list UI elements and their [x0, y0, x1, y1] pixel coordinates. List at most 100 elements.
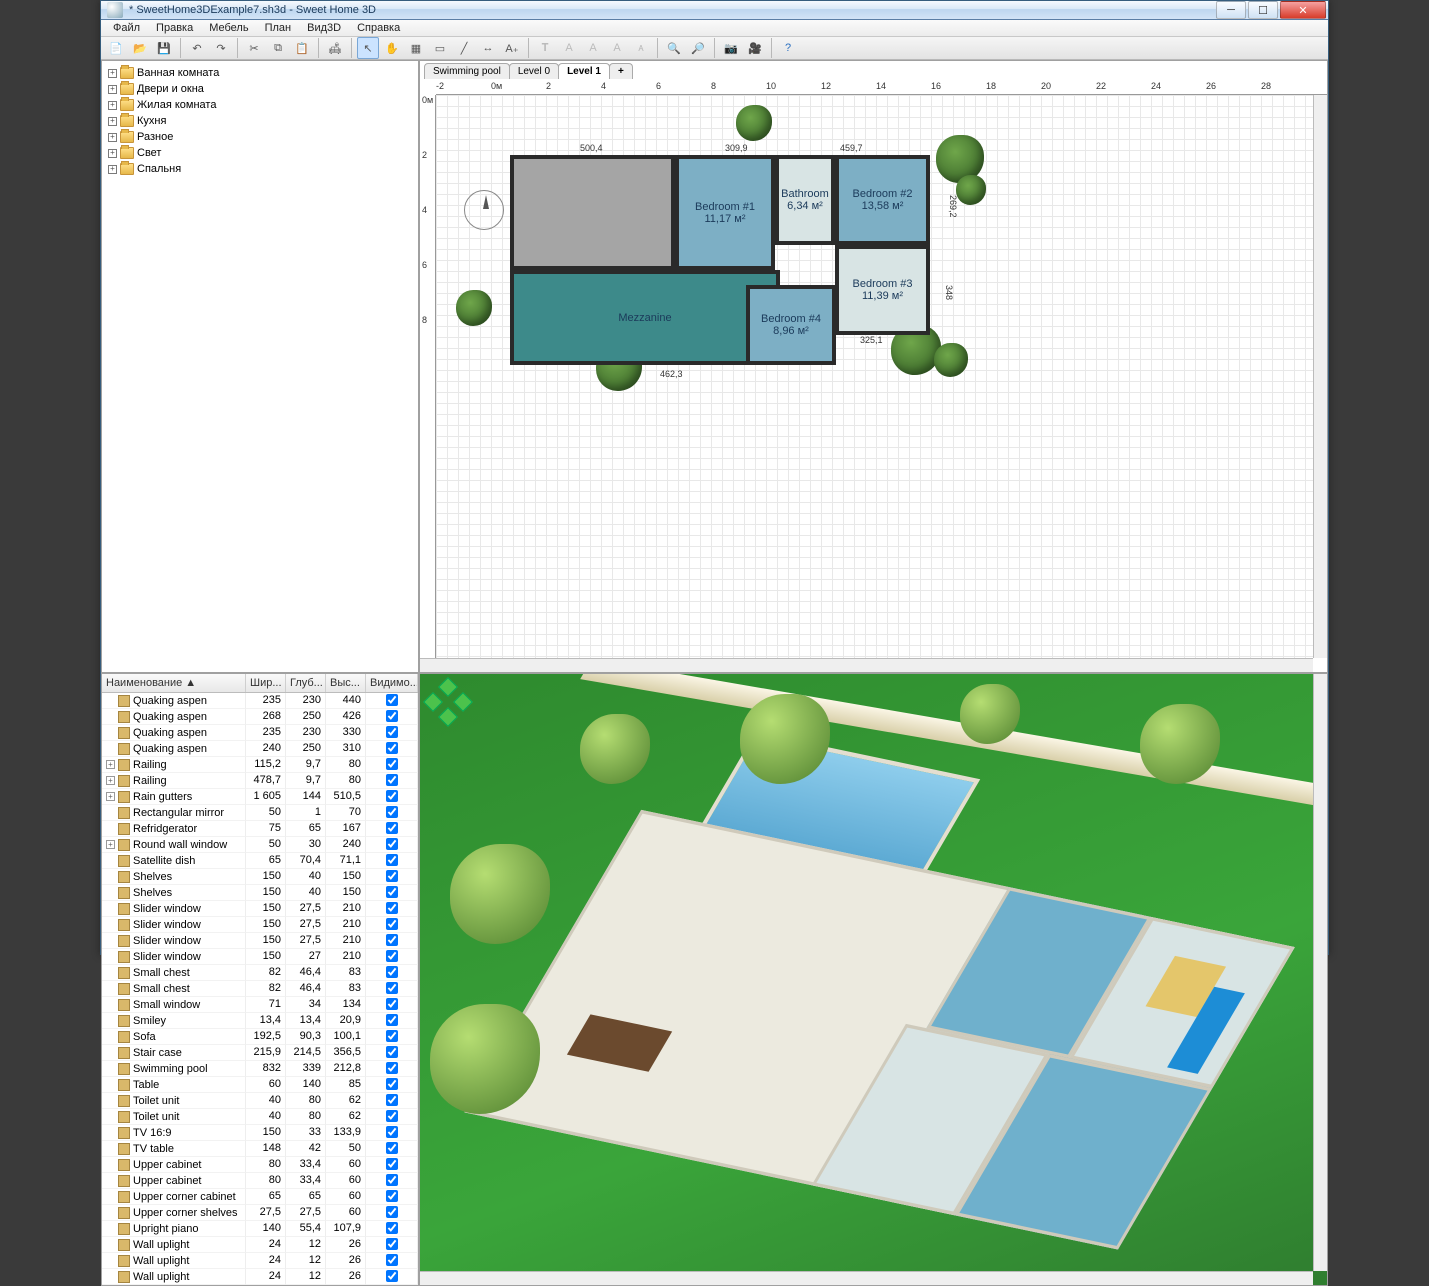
table-row[interactable]: +Small chest8246,483: [102, 965, 418, 981]
visible-checkbox[interactable]: [386, 758, 398, 770]
expand-icon[interactable]: +: [108, 149, 117, 158]
catalog-item[interactable]: +Разное: [104, 129, 416, 145]
help-icon[interactable]: ?: [777, 37, 799, 59]
add-furniture-icon[interactable]: 🛋: [324, 37, 346, 59]
table-row[interactable]: +Wall uplight241226: [102, 1253, 418, 1269]
redo-icon[interactable]: ↷: [210, 37, 232, 59]
table-row[interactable]: +Wall uplight241226: [102, 1269, 418, 1285]
table-row[interactable]: +Toilet unit408062: [102, 1109, 418, 1125]
table-row[interactable]: +Smiley13,413,420,9: [102, 1013, 418, 1029]
visible-checkbox[interactable]: [386, 870, 398, 882]
visible-checkbox[interactable]: [386, 982, 398, 994]
table-row[interactable]: +Wall uplight241226: [102, 1237, 418, 1253]
visible-checkbox[interactable]: [386, 1094, 398, 1106]
room-bathroom[interactable]: Bathroom6,34 м²: [775, 155, 835, 245]
visible-checkbox[interactable]: [386, 1126, 398, 1138]
compass-icon[interactable]: [464, 190, 504, 230]
plan-hscroll[interactable]: [420, 658, 1313, 672]
catalog-item[interactable]: +Ванная комната: [104, 65, 416, 81]
visible-checkbox[interactable]: [386, 726, 398, 738]
table-row[interactable]: +Railing115,29,780: [102, 757, 418, 773]
nav-up-icon[interactable]: [438, 677, 458, 697]
new-icon[interactable]: 📄: [105, 37, 127, 59]
visible-checkbox[interactable]: [386, 806, 398, 818]
col-depth[interactable]: Глуб...: [286, 674, 326, 692]
bold-icon[interactable]: A: [558, 37, 580, 59]
tree-icon[interactable]: [456, 290, 492, 326]
expand-icon[interactable]: +: [108, 165, 117, 174]
visible-checkbox[interactable]: [386, 710, 398, 722]
video-icon[interactable]: 🎥: [744, 37, 766, 59]
visible-checkbox[interactable]: [386, 774, 398, 786]
table-row[interactable]: +Upper cabinet8033,460: [102, 1173, 418, 1189]
undo-icon[interactable]: ↶: [186, 37, 208, 59]
visible-checkbox[interactable]: [386, 902, 398, 914]
catalog-item[interactable]: +Двери и окна: [104, 81, 416, 97]
expand-icon[interactable]: +: [106, 760, 115, 769]
visible-checkbox[interactable]: [386, 950, 398, 962]
table-row[interactable]: +Toilet unit408062: [102, 1093, 418, 1109]
room-mezzanine[interactable]: Mezzanine: [510, 270, 780, 365]
tab-add[interactable]: +: [609, 63, 633, 79]
font-inc-icon[interactable]: А: [606, 37, 628, 59]
paste-icon[interactable]: 📋: [291, 37, 313, 59]
visible-checkbox[interactable]: [386, 854, 398, 866]
nav-right-icon[interactable]: [453, 692, 473, 712]
plan-grid[interactable]: 500,4 309,9 459,7 269,2 348 462,3 325,1 …: [436, 95, 1313, 658]
table-row[interactable]: +Swimming pool832339212,8: [102, 1061, 418, 1077]
3d-vscroll[interactable]: [1313, 674, 1327, 1271]
table-row[interactable]: +Slider window15027,5210: [102, 917, 418, 933]
room-bedroom1[interactable]: Bedroom #111,17 м²: [675, 155, 775, 270]
visible-checkbox[interactable]: [386, 1174, 398, 1186]
3d-hscroll[interactable]: [420, 1271, 1313, 1285]
tree-icon[interactable]: [956, 175, 986, 205]
room-tool-icon[interactable]: ▭: [429, 37, 451, 59]
visible-checkbox[interactable]: [386, 1206, 398, 1218]
titlebar[interactable]: * SweetHome3DExample7.sh3d - Sweet Home …: [101, 1, 1328, 20]
table-row[interactable]: +Table6014085: [102, 1077, 418, 1093]
visible-checkbox[interactable]: [386, 1062, 398, 1074]
visible-checkbox[interactable]: [386, 1190, 398, 1202]
col-visible[interactable]: Видимо...: [366, 674, 418, 692]
text-tool-icon[interactable]: A₊: [501, 37, 523, 59]
table-row[interactable]: +Sofa192,590,3100,1: [102, 1029, 418, 1045]
expand-icon[interactable]: +: [106, 840, 115, 849]
table-row[interactable]: +Shelves15040150: [102, 869, 418, 885]
table-row[interactable]: +TV table1484250: [102, 1141, 418, 1157]
table-row[interactable]: +Refridgerator7565167: [102, 821, 418, 837]
table-row[interactable]: +Quaking aspen240250310: [102, 741, 418, 757]
menu-file[interactable]: Файл: [105, 20, 148, 36]
table-row[interactable]: +Railing478,79,780: [102, 773, 418, 789]
visible-checkbox[interactable]: [386, 1270, 398, 1282]
catalog-tree[interactable]: +Ванная комната+Двери и окна+Жилая комна…: [102, 61, 418, 181]
visible-checkbox[interactable]: [386, 998, 398, 1010]
visible-checkbox[interactable]: [386, 1142, 398, 1154]
expand-icon[interactable]: +: [108, 69, 117, 78]
table-row[interactable]: +Upright piano14055,4107,9: [102, 1221, 418, 1237]
nav-down-icon[interactable]: [438, 707, 458, 727]
close-button[interactable]: ✕: [1280, 1, 1326, 19]
polyline-tool-icon[interactable]: ╱: [453, 37, 475, 59]
save-icon[interactable]: 💾: [153, 37, 175, 59]
menu-plan[interactable]: План: [257, 20, 300, 36]
catalog-item[interactable]: +Спальня: [104, 161, 416, 177]
visible-checkbox[interactable]: [386, 1046, 398, 1058]
visible-checkbox[interactable]: [386, 886, 398, 898]
table-row[interactable]: +Small chest8246,483: [102, 981, 418, 997]
text-style-icon[interactable]: 𝐓: [534, 37, 556, 59]
pan-tool-icon[interactable]: ✋: [381, 37, 403, 59]
table-row[interactable]: +Slider window15027,5210: [102, 933, 418, 949]
expand-icon[interactable]: +: [108, 85, 117, 94]
table-row[interactable]: +Rain gutters1 605144510,5: [102, 789, 418, 805]
visible-checkbox[interactable]: [386, 1014, 398, 1026]
expand-icon[interactable]: +: [108, 133, 117, 142]
table-row[interactable]: +Round wall window5030240: [102, 837, 418, 853]
3d-nav[interactable]: [426, 680, 470, 724]
3d-pane[interactable]: [419, 673, 1328, 1286]
col-name[interactable]: Наименование ▲: [102, 674, 246, 692]
select-tool-icon[interactable]: ↖: [357, 37, 379, 59]
visible-checkbox[interactable]: [386, 966, 398, 978]
floorplan[interactable]: 500,4 309,9 459,7 269,2 348 462,3 325,1 …: [510, 155, 930, 365]
open-icon[interactable]: 📂: [129, 37, 151, 59]
visible-checkbox[interactable]: [386, 1254, 398, 1266]
